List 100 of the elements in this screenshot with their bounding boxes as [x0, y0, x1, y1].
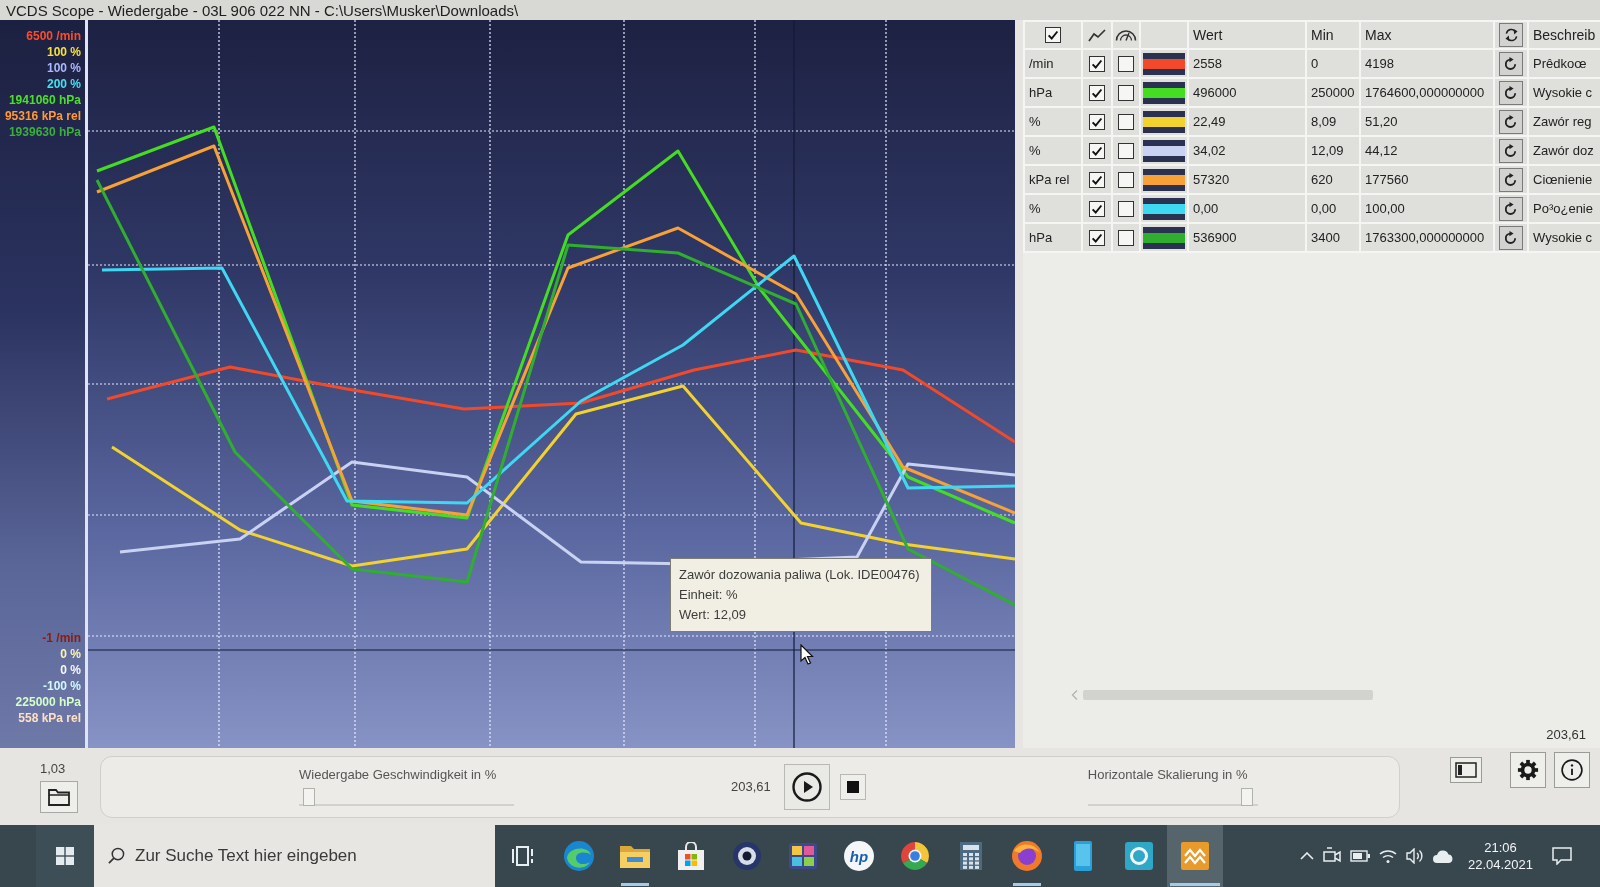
chevron-up-icon[interactable]: [1299, 852, 1314, 860]
round-emblem-icon: [1012, 841, 1042, 871]
cloud-icon[interactable]: [1432, 849, 1453, 863]
gauge-checkbox[interactable]: [1118, 84, 1134, 101]
table-cell: 0: [1306, 49, 1360, 78]
table-cell: hPa: [1024, 78, 1082, 107]
table-cell: %: [1024, 194, 1082, 223]
slider-thumb[interactable]: [303, 788, 316, 806]
start-time-label: 1,03: [40, 760, 66, 776]
table-cell: 0,00: [1188, 194, 1306, 223]
end-time-label: 203,61: [1546, 727, 1586, 742]
colorful-tile-icon: [789, 843, 817, 869]
reset-all-button[interactable]: [1499, 23, 1523, 47]
scale-slider[interactable]: [1087, 788, 1258, 806]
table-cell: 34,02: [1188, 136, 1306, 165]
reset-button[interactable]: [1499, 138, 1523, 163]
reset-icon: [1505, 173, 1517, 186]
table-cell: %: [1024, 136, 1082, 165]
refresh-icon: [1503, 28, 1519, 42]
panel-toggle-button[interactable]: [1450, 757, 1482, 783]
settings-button[interactable]: [1510, 752, 1546, 788]
plot-checkbox[interactable]: [1089, 171, 1105, 188]
gauge-checkbox[interactable]: [1118, 113, 1134, 130]
table-cell: 250000: [1306, 78, 1360, 107]
table-cell: 100,00: [1360, 194, 1494, 223]
slider-label: Horizontale Skalierung in %: [1087, 767, 1249, 782]
gauge-checkbox[interactable]: [1118, 142, 1134, 159]
reset-icon: [1505, 115, 1517, 128]
reset-button[interactable]: [1499, 51, 1523, 76]
panels-icon: [511, 846, 535, 866]
scale-max-label: 100 %: [46, 60, 81, 76]
swirl-icon: [564, 841, 594, 871]
search-icon: [108, 847, 125, 864]
gauge-checkbox[interactable]: [1118, 200, 1134, 217]
speed-slider[interactable]: [299, 788, 514, 806]
scale-max-label: 1939630 hPa: [8, 124, 81, 140]
scale-max-label: 1941060 hPa: [8, 92, 81, 108]
scale-min-label: -100 %: [42, 678, 81, 694]
plot-checkbox[interactable]: [1089, 55, 1105, 72]
scale-min-label: 0 %: [60, 646, 81, 662]
lens-icon: [733, 842, 761, 870]
plot-checkbox[interactable]: [1089, 113, 1105, 130]
column-header: Beschreib: [1528, 21, 1600, 49]
battery-icon[interactable]: [1349, 850, 1370, 862]
trend-line-icon: [1088, 28, 1106, 42]
camera-icon[interactable]: [1322, 847, 1341, 865]
tooltip-text: Wert: 12,09: [679, 606, 746, 624]
play-button[interactable]: [783, 763, 830, 810]
gear-icon: [1517, 759, 1539, 781]
app-logo: hp: [844, 841, 874, 871]
table-cell: 0,00: [1306, 194, 1360, 223]
reset-button[interactable]: [1499, 80, 1523, 105]
table-cell: 536900: [1188, 223, 1306, 252]
open-file-button[interactable]: [40, 780, 78, 813]
clock-time[interactable]: 21:06: [1484, 839, 1517, 856]
table-cell: hPa: [1024, 223, 1082, 252]
info-button[interactable]: [1554, 752, 1590, 788]
table-cell: 22,49: [1188, 107, 1306, 136]
scale-max-label: 95316 kPa rel: [4, 108, 81, 124]
window-title: VCDS Scope - Wiedergabe - 03L 906 022 NN - C:\Users\Musker\Downloads\: [6, 1, 519, 19]
wifi-icon[interactable]: [1378, 849, 1397, 863]
info-icon: [1561, 759, 1583, 781]
table-cell: 177560: [1360, 165, 1494, 194]
plot-checkbox[interactable]: [1089, 84, 1105, 101]
reset-icon: [1505, 144, 1517, 157]
sidebar-icon: [1455, 762, 1477, 778]
gauge-checkbox[interactable]: [1118, 55, 1134, 72]
reset-button[interactable]: [1499, 167, 1523, 192]
folder-icon: [48, 787, 70, 806]
taskbar-button[interactable]: [1167, 825, 1223, 887]
plot-checkbox[interactable]: [1089, 229, 1105, 246]
stop-icon: [846, 780, 859, 793]
search-field[interactable]: Zur Suche Text hier eingeben: [94, 825, 495, 887]
clock-date[interactable]: 22.04.2021: [1467, 856, 1533, 873]
plot-checkbox[interactable]: [1089, 200, 1105, 217]
reset-button[interactable]: [1499, 225, 1523, 250]
shopping-bag-icon: [678, 842, 704, 870]
start-button[interactable]: [36, 825, 94, 887]
phone-icon: [1074, 841, 1092, 871]
speech-bubble-icon[interactable]: [1552, 847, 1572, 865]
scale-max-label: 6500 /min: [26, 28, 81, 44]
slider-thumb[interactable]: [1241, 788, 1253, 806]
select-all-checkbox[interactable]: [1045, 27, 1061, 44]
scale-min-label: 0 %: [60, 662, 81, 678]
table-cell: 1763300,000000000: [1360, 223, 1494, 252]
plot-checkbox[interactable]: [1089, 142, 1105, 159]
reset-icon: [1505, 202, 1517, 215]
reset-button[interactable]: [1499, 196, 1523, 221]
table-cell: 57320: [1188, 165, 1306, 194]
gauge-checkbox[interactable]: [1118, 229, 1134, 246]
reset-button[interactable]: [1499, 109, 1523, 134]
scale-min-label: 558 kPa rel: [18, 710, 81, 726]
wave-tile-icon: [1181, 842, 1209, 870]
table-cell: 1764600,000000000: [1360, 78, 1494, 107]
playback-time-label: 203,61: [731, 779, 771, 794]
taskbar-button[interactable]: hp: [831, 825, 887, 887]
stop-button[interactable]: [839, 773, 866, 800]
gauge-checkbox[interactable]: [1118, 171, 1134, 188]
speaker-icon[interactable]: [1405, 848, 1424, 864]
column-header: Min: [1306, 21, 1360, 49]
